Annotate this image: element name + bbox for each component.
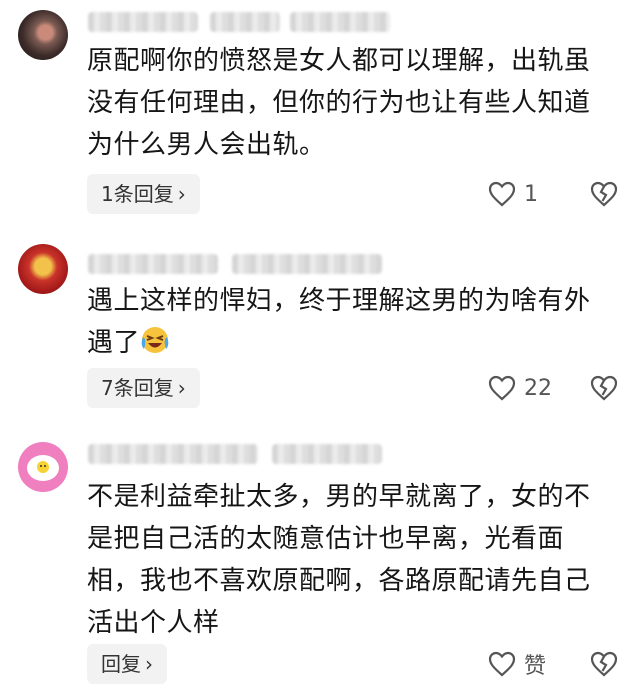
view-replies-button[interactable]: 1条回复 › <box>87 174 200 214</box>
heart-outline-icon <box>488 375 516 401</box>
view-replies-button[interactable]: 7条回复 › <box>87 368 200 408</box>
like-count: 赞 <box>524 654 547 679</box>
username-blurred <box>232 254 382 274</box>
heart-outline-icon <box>488 651 516 677</box>
reply-count-label: 7条回复 <box>101 376 174 400</box>
like-button[interactable]: 赞 <box>488 644 546 684</box>
username-blurred <box>88 444 258 464</box>
like-count: 22 <box>524 375 552 401</box>
like-button[interactable]: 1 <box>488 174 538 214</box>
reply-button[interactable]: 回复 › <box>87 644 167 684</box>
comment-text: 遇上这样的悍妇，终于理解这男的为啥有外 遇了 <box>87 280 617 364</box>
like-count: 1 <box>524 181 538 207</box>
reply-label: 回复 <box>101 652 141 676</box>
comment-text: 原配啊你的愤怒是女人都可以理解，出轨虽 没有任何理由，但你的行为也让有些人知道 … <box>87 46 591 160</box>
chevron-right-icon: › <box>177 182 186 206</box>
like-button[interactable]: 22 <box>488 368 552 408</box>
username-blurred[interactable] <box>88 12 198 32</box>
chevron-right-icon: › <box>145 652 153 676</box>
heart-outline-icon <box>488 181 516 207</box>
chevron-right-icon: › <box>177 376 186 400</box>
reply-count-label: 1条回复 <box>101 182 174 206</box>
avatar[interactable] <box>18 244 68 294</box>
broken-heart-icon[interactable] <box>590 374 618 402</box>
username-blurred <box>272 444 382 464</box>
avatar[interactable] <box>18 10 68 60</box>
broken-heart-icon[interactable] <box>590 180 618 208</box>
username-blurred <box>290 12 390 32</box>
comment-text: 不是利益牵扯太多，男的早就离了，女的不 是把自己活的太随意估计也早离，光看面 相… <box>87 482 591 638</box>
avatar[interactable] <box>18 442 68 492</box>
egg-icon <box>27 455 59 481</box>
username-blurred <box>88 254 218 274</box>
broken-heart-icon[interactable] <box>590 650 618 678</box>
username-blurred <box>210 12 280 32</box>
laughing-crying-emoji <box>141 327 169 353</box>
